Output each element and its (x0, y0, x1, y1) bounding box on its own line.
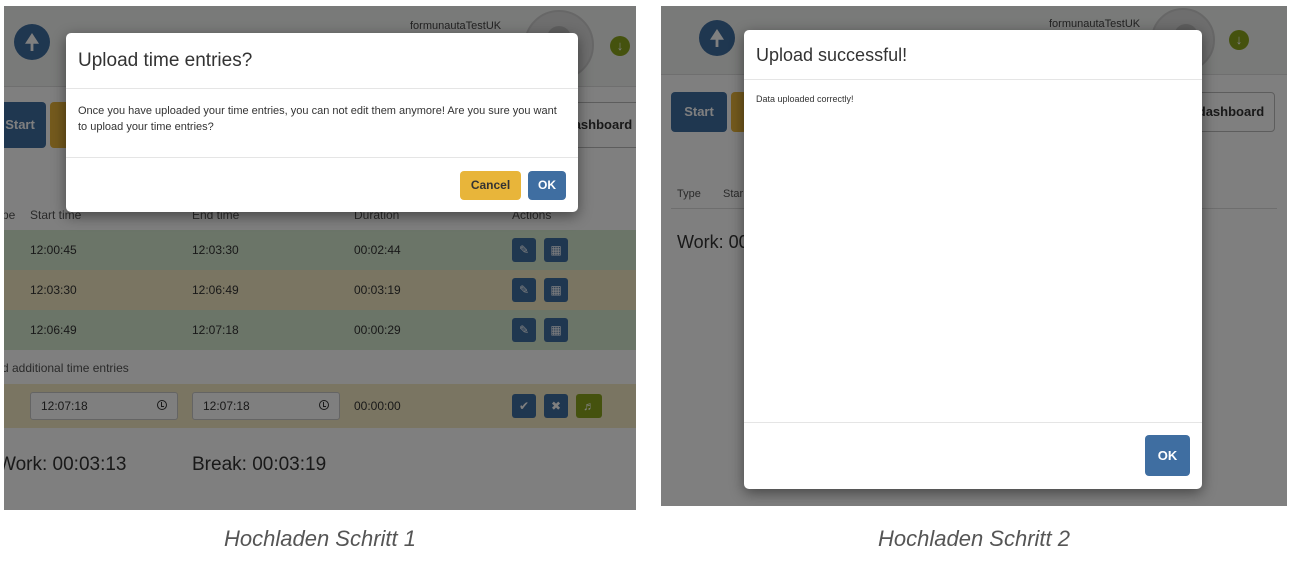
ok-button-label: OK (1157, 448, 1178, 463)
confirm-upload-dialog: Upload time entries? Once you have uploa… (66, 33, 578, 212)
divider (66, 157, 578, 158)
dialog-message: Data uploaded correctly! (756, 94, 854, 104)
cancel-button-label: Cancel (470, 178, 511, 192)
screenshot-step-1: formunautaTestUK ↓ Start dashboard pe St… (4, 6, 636, 510)
divider (744, 79, 1202, 80)
screenshot-step-2: formunautaTestUK ↓ Start dashboard Type … (661, 6, 1287, 506)
dialog-message: Once you have uploaded your time entries… (78, 105, 557, 133)
divider (66, 88, 578, 89)
ok-button-label: OK (538, 178, 556, 192)
caption-step-1: Hochladen Schritt 1 (224, 526, 416, 551)
upload-success-dialog: Upload successful! Data uploaded correct… (744, 30, 1202, 489)
ok-button[interactable]: OK (1145, 435, 1190, 476)
dialog-title: Upload successful! (756, 45, 908, 65)
caption-step-2: Hochladen Schritt 2 (878, 526, 1070, 551)
ok-button[interactable]: OK (528, 171, 566, 200)
cancel-button[interactable]: Cancel (460, 171, 521, 200)
divider (744, 422, 1202, 423)
dialog-title: Upload time entries? (78, 50, 253, 71)
